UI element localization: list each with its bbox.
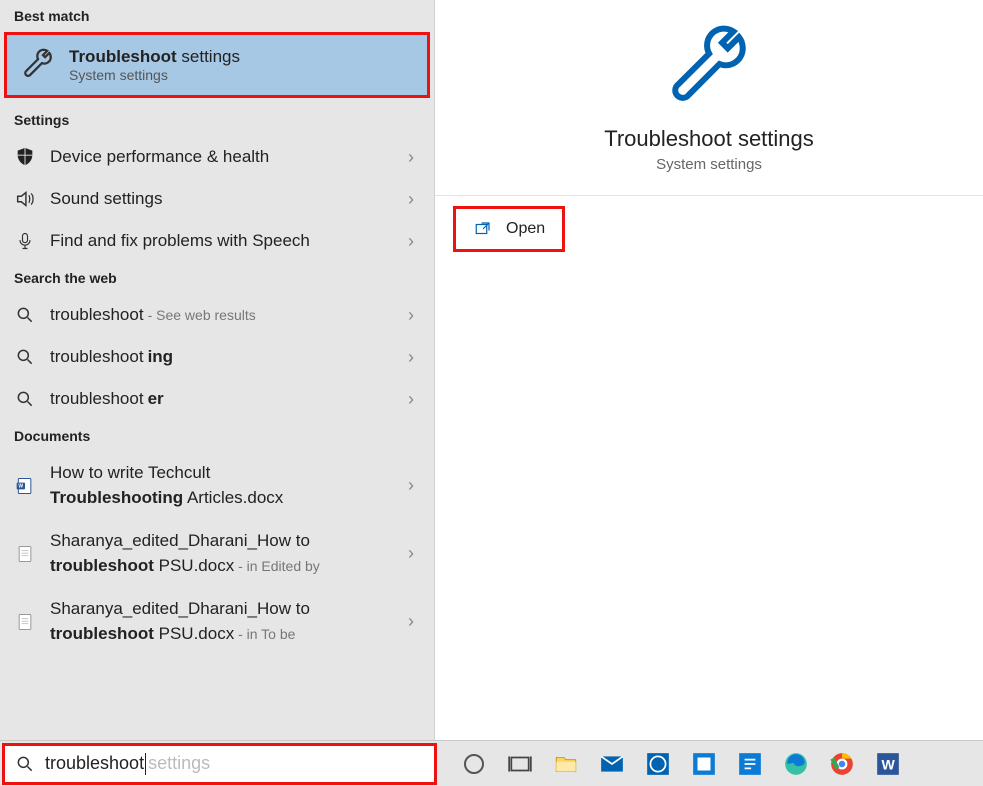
- task-view-icon[interactable]: [505, 749, 535, 779]
- search-icon: [15, 754, 35, 774]
- search-icon: [14, 346, 36, 368]
- web-item-prefix: troubleshoot: [50, 347, 144, 367]
- chevron-right-icon: ›: [408, 389, 420, 410]
- web-item-trail: - See web results: [148, 307, 256, 323]
- best-match-title-rest: settings: [177, 47, 240, 66]
- word-icon[interactable]: W: [873, 749, 903, 779]
- chevron-right-icon: ›: [408, 147, 420, 168]
- web-header: Search the web: [0, 262, 434, 294]
- file-icon: [14, 611, 36, 633]
- web-item-bold: er: [148, 389, 164, 409]
- doc-line2-bold: troubleshoot: [50, 556, 154, 575]
- search-icon: [14, 304, 36, 326]
- app-icon[interactable]: [689, 749, 719, 779]
- documents-header: Documents: [0, 420, 434, 452]
- settings-item-label: Find and fix problems with Speech: [50, 231, 310, 251]
- search-typed: troubleshoot: [45, 753, 144, 774]
- best-match-title-bold: Troubleshoot: [69, 47, 177, 66]
- chevron-right-icon: ›: [408, 189, 420, 210]
- microphone-icon: [14, 230, 36, 252]
- doc-line2-bold: Troubleshooting: [50, 488, 183, 507]
- detail-subtitle: System settings: [656, 156, 762, 173]
- doc-line2-rest: PSU.docx: [154, 624, 234, 643]
- text-cursor: [145, 753, 146, 775]
- search-ghost: settings: [148, 753, 210, 774]
- shield-icon: [14, 146, 36, 168]
- chevron-right-icon: ›: [408, 611, 420, 632]
- open-icon: [474, 220, 492, 238]
- chevron-right-icon: ›: [408, 231, 420, 252]
- cortana-icon[interactable]: [459, 749, 489, 779]
- speaker-icon: [14, 188, 36, 210]
- edge-icon[interactable]: [781, 749, 811, 779]
- app-icon[interactable]: [735, 749, 765, 779]
- settings-item-device-performance[interactable]: Device performance & health ›: [0, 136, 434, 178]
- settings-item-label: Sound settings: [50, 189, 162, 209]
- file-explorer-icon[interactable]: [551, 749, 581, 779]
- mail-icon[interactable]: [597, 749, 627, 779]
- settings-item-label: Device performance & health: [50, 147, 269, 167]
- wrench-icon: [21, 48, 55, 82]
- wrench-icon: [664, 24, 754, 114]
- doc-item-3[interactable]: Sharanya_edited_Dharani_How to troublesh…: [0, 588, 434, 656]
- detail-panel: Troubleshoot settings System settings Op…: [435, 0, 983, 740]
- best-match-subtitle: System settings: [69, 67, 240, 83]
- doc-item-1[interactable]: W How to write Techcult Troubleshooting …: [0, 452, 434, 520]
- web-item-troubleshoot[interactable]: troubleshoot - See web results ›: [0, 294, 434, 336]
- settings-item-sound[interactable]: Sound settings ›: [0, 178, 434, 220]
- chrome-icon[interactable]: [827, 749, 857, 779]
- search-input[interactable]: troubleshoot settings: [2, 743, 437, 785]
- svg-text:W: W: [18, 484, 23, 490]
- svg-text:W: W: [882, 756, 896, 772]
- web-item-label: troubleshoot: [50, 305, 144, 325]
- file-icon: [14, 543, 36, 565]
- doc-line1: How to write Techcult: [50, 463, 210, 482]
- chevron-right-icon: ›: [408, 543, 420, 564]
- chevron-right-icon: ›: [408, 347, 420, 368]
- settings-item-speech[interactable]: Find and fix problems with Speech ›: [0, 220, 434, 262]
- word-doc-icon: W: [14, 475, 36, 497]
- doc-line2-bold: troubleshoot: [50, 624, 154, 643]
- dell-icon[interactable]: [643, 749, 673, 779]
- web-item-troubleshooter[interactable]: troubleshooter ›: [0, 378, 434, 420]
- web-item-prefix: troubleshoot: [50, 389, 144, 409]
- doc-trail: - in To be: [234, 626, 295, 642]
- best-match-header: Best match: [0, 0, 434, 32]
- doc-trail: - in Edited by: [234, 558, 320, 574]
- doc-line2-rest: PSU.docx: [154, 556, 234, 575]
- web-item-troubleshooting[interactable]: troubleshooting ›: [0, 336, 434, 378]
- doc-line2-rest: Articles.docx: [183, 488, 283, 507]
- open-button[interactable]: Open: [453, 206, 565, 252]
- doc-line1: Sharanya_edited_Dharani_How to: [50, 599, 310, 618]
- chevron-right-icon: ›: [408, 305, 420, 326]
- chevron-right-icon: ›: [408, 475, 420, 496]
- doc-item-2[interactable]: Sharanya_edited_Dharani_How to troublesh…: [0, 520, 434, 588]
- taskbar: troubleshoot settings W: [0, 740, 983, 786]
- settings-header: Settings: [0, 104, 434, 136]
- web-item-bold: ing: [148, 347, 174, 367]
- open-label: Open: [506, 220, 545, 238]
- search-results-panel: Best match Troubleshoot settings System …: [0, 0, 435, 740]
- search-icon: [14, 388, 36, 410]
- detail-title: Troubleshoot settings: [604, 126, 814, 152]
- best-match-item[interactable]: Troubleshoot settings System settings: [4, 32, 430, 98]
- doc-line1: Sharanya_edited_Dharani_How to: [50, 531, 310, 550]
